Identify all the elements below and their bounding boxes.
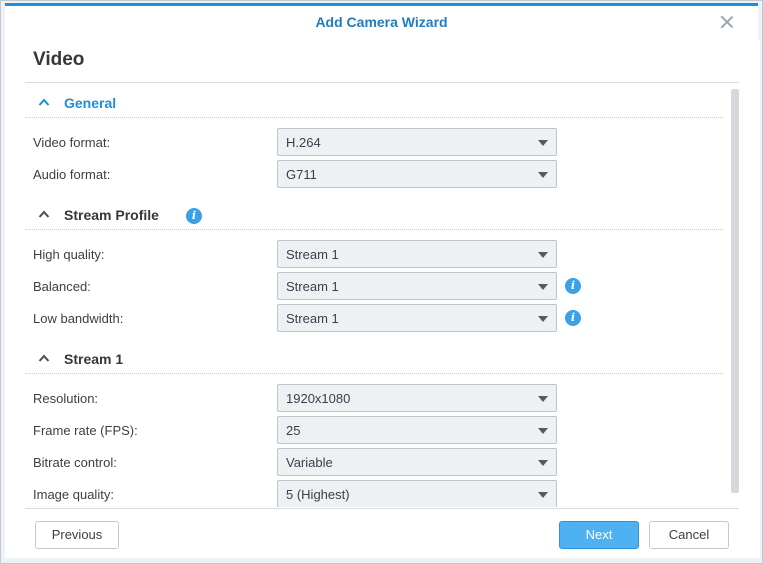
previous-button[interactable]: Previous (35, 521, 119, 549)
image-quality-value: 5 (Highest) (286, 487, 350, 502)
cancel-button[interactable]: Cancel (649, 521, 729, 549)
row-resolution: Resolution: 1920x1080 (25, 383, 725, 413)
dropdown-arrow-icon (538, 284, 548, 290)
resolution-select[interactable]: 1920x1080 (277, 384, 557, 412)
row-image-quality: Image quality: 5 (Highest) (25, 479, 725, 507)
info-icon[interactable]: i (565, 310, 581, 326)
high-quality-select[interactable]: Stream 1 (277, 240, 557, 268)
dropdown-arrow-icon (538, 172, 548, 178)
chevron-up-icon (38, 98, 50, 106)
balanced-select[interactable]: Stream 1 (277, 272, 557, 300)
section-stream-profile-title: Stream Profile (64, 207, 159, 223)
dropdown-arrow-icon (538, 460, 548, 466)
low-bandwidth-label: Low bandwidth: (33, 311, 124, 326)
section-divider (25, 229, 723, 230)
section-general-header[interactable]: General (25, 88, 723, 118)
page-title: Video (33, 49, 85, 70)
audio-format-label: Audio format: (33, 167, 111, 182)
audio-format-select[interactable]: G711 (277, 160, 557, 188)
footer-divider (25, 508, 739, 509)
high-quality-label: High quality: (33, 247, 105, 262)
video-format-value: H.264 (286, 135, 321, 150)
dropdown-arrow-icon (538, 492, 548, 498)
resolution-label: Resolution: (33, 391, 99, 406)
image-quality-select[interactable]: 5 (Highest) (277, 480, 557, 507)
close-icon[interactable] (718, 13, 736, 31)
section-stream1-header[interactable]: Stream 1 (25, 344, 723, 374)
chevron-up-icon (38, 210, 50, 218)
dropdown-arrow-icon (538, 252, 548, 258)
section-stream-profile-header[interactable]: Stream Profile i (25, 200, 723, 230)
row-video-format: Video format: H.264 (25, 127, 725, 157)
bitrate-control-label: Bitrate control: (33, 455, 117, 470)
section-divider (25, 373, 723, 374)
info-icon[interactable]: i (186, 208, 202, 224)
section-divider (25, 117, 723, 118)
row-balanced: Balanced: Stream 1 i (25, 271, 725, 301)
vertical-scrollbar[interactable] (731, 89, 739, 493)
frame-rate-value: 25 (286, 423, 301, 438)
row-bitrate-control: Bitrate control: Variable (25, 447, 725, 477)
dropdown-arrow-icon (538, 428, 548, 434)
chevron-up-icon (38, 354, 50, 362)
resolution-value: 1920x1080 (286, 391, 351, 406)
title-bar: Add Camera Wizard (5, 6, 758, 40)
window-title: Add Camera Wizard (315, 14, 448, 30)
dropdown-arrow-icon (538, 316, 548, 322)
dropdown-arrow-icon (538, 140, 548, 146)
section-general-title: General (64, 95, 117, 111)
high-quality-value: Stream 1 (286, 247, 339, 262)
video-format-label: Video format: (33, 135, 111, 150)
settings-scroll-area: General Video format: H.264 Audio format… (25, 83, 725, 507)
frame-rate-select[interactable]: 25 (277, 416, 557, 444)
dropdown-arrow-icon (538, 396, 548, 402)
frame-rate-label: Frame rate (FPS): (33, 423, 138, 438)
balanced-label: Balanced: (33, 279, 91, 294)
section-stream1-title: Stream 1 (64, 351, 124, 367)
low-bandwidth-select[interactable]: Stream 1 (277, 304, 557, 332)
wizard-content: Video General Video format: H.264 Audio … (5, 40, 760, 558)
low-bandwidth-value: Stream 1 (286, 311, 339, 326)
video-format-select[interactable]: H.264 (277, 128, 557, 156)
row-frame-rate: Frame rate (FPS): 25 (25, 415, 725, 445)
row-low-bandwidth: Low bandwidth: Stream 1 i (25, 303, 725, 333)
info-icon[interactable]: i (565, 278, 581, 294)
row-high-quality: High quality: Stream 1 (25, 239, 725, 269)
wizard-window: Add Camera Wizard Video General Video fo… (0, 0, 763, 564)
bitrate-control-select[interactable]: Variable (277, 448, 557, 476)
next-button[interactable]: Next (559, 521, 639, 549)
bitrate-control-value: Variable (286, 455, 333, 470)
row-audio-format: Audio format: G711 (25, 159, 725, 189)
audio-format-value: G711 (286, 167, 317, 182)
image-quality-label: Image quality: (33, 487, 114, 502)
balanced-value: Stream 1 (286, 279, 339, 294)
